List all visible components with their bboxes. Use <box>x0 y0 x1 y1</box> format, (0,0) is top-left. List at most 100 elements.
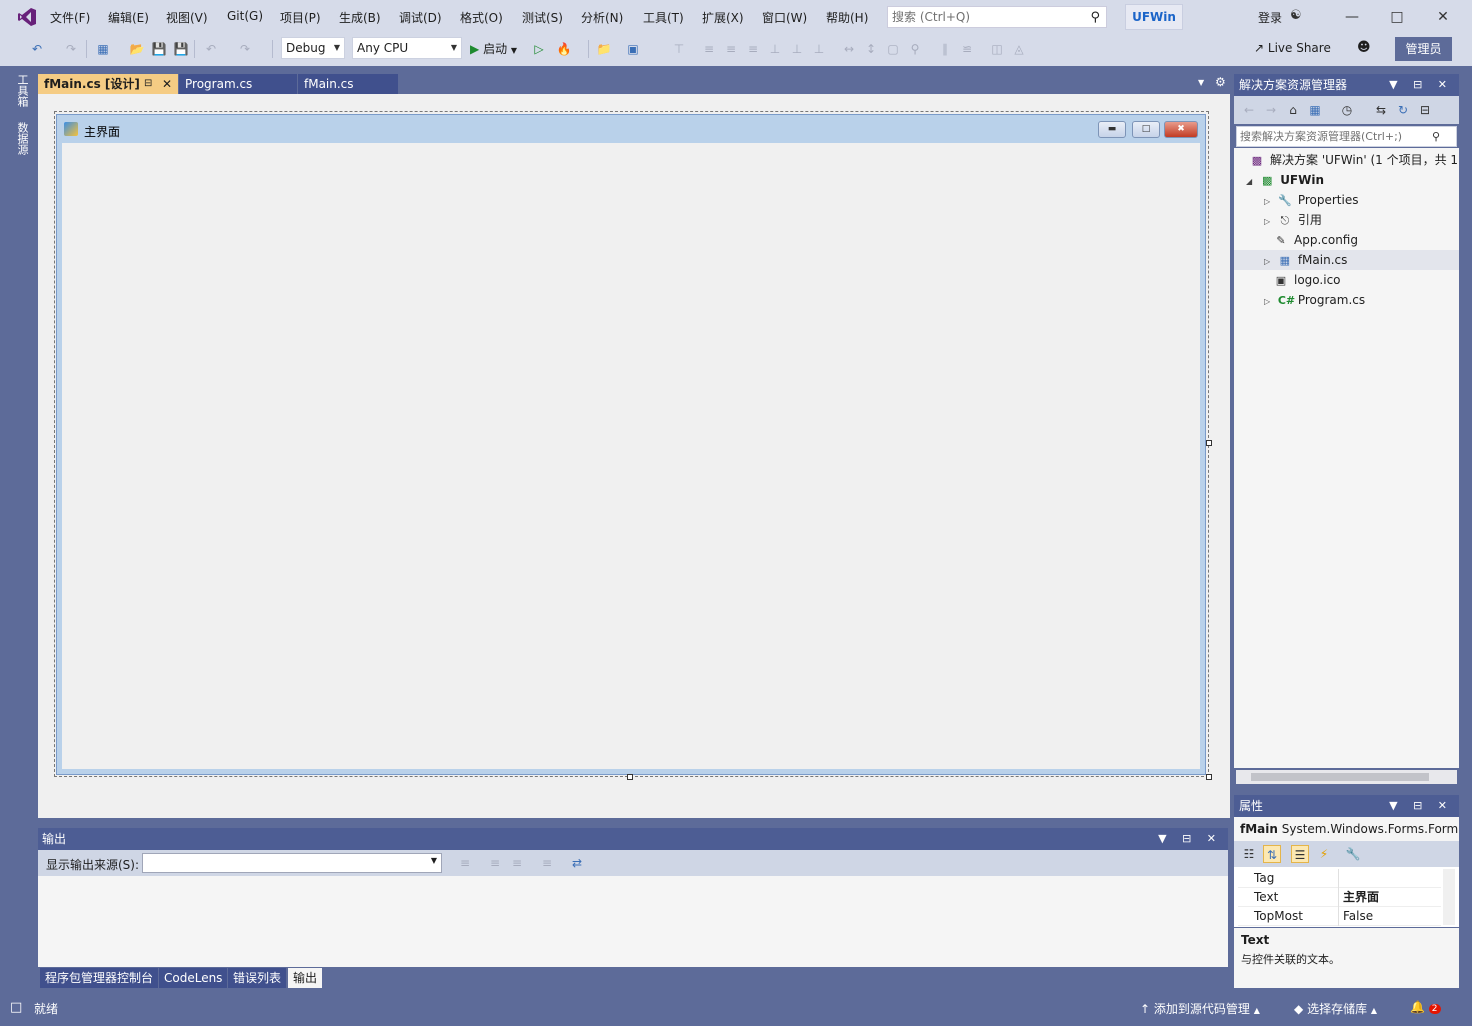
toolbox-tab[interactable]: 工具箱 <box>14 74 30 107</box>
collapsed-arrow-icon[interactable]: ▷ <box>1264 192 1274 210</box>
tree-item-program-cs[interactable]: ▷ C# Program.cs <box>1234 290 1459 310</box>
panel-window-controls[interactable]: ▼ ⊟ ✕ <box>1389 74 1453 96</box>
redo-icon[interactable]: ↷ <box>236 40 254 58</box>
collapse-all-icon[interactable]: ⊟ <box>1416 101 1434 119</box>
menu-extensions[interactable]: 扩展(X) <box>702 9 744 26</box>
maximize-icon[interactable]: □ <box>1385 6 1409 28</box>
sync-active-document-icon[interactable]: ⇆ <box>1372 101 1390 119</box>
solution-search-input[interactable]: 搜索解决方案资源管理器(Ctrl+;) ⚲ <box>1236 126 1457 147</box>
close-window-icon[interactable]: ✕ <box>1431 6 1455 28</box>
alphabetical-icon[interactable]: ⇅ <box>1263 845 1281 863</box>
collapsed-arrow-icon[interactable]: ▷ <box>1264 252 1274 270</box>
save-icon[interactable]: 💾 <box>150 40 168 58</box>
word-wrap-icon[interactable]: ⇄ <box>568 854 586 872</box>
solution-platform-select[interactable]: Any CPU ▼ <box>352 37 462 59</box>
tab-fmain-cs[interactable]: fMain.cs <box>298 74 398 94</box>
panel-window-controls[interactable]: ▼ ⊟ ✕ <box>1389 795 1453 817</box>
forward-icon[interactable]: → <box>1262 101 1280 119</box>
close-icon[interactable]: ✕ <box>162 74 172 94</box>
navigate-forward-icon[interactable]: ↷ <box>62 40 80 58</box>
global-search-input[interactable]: 搜索 (Ctrl+Q) ⚲ <box>887 6 1107 28</box>
output-source-select[interactable]: ▼ <box>142 853 442 873</box>
minimize-icon[interactable]: — <box>1340 6 1364 28</box>
menu-git[interactable]: Git(G) <box>227 9 263 23</box>
menu-test[interactable]: 测试(S) <box>522 9 563 26</box>
property-row-tag[interactable]: Tag <box>1238 869 1441 888</box>
tree-item-solution[interactable]: ▩ 解决方案 'UFWin' (1 个项目，共 1 <box>1234 150 1459 170</box>
panel-window-controls[interactable]: ▼ ⊟ ✕ <box>1158 828 1222 850</box>
resize-handle-corner[interactable] <box>1206 774 1212 780</box>
form-client-area[interactable] <box>62 143 1200 769</box>
resize-handle-right[interactable] <box>1206 440 1212 446</box>
home-icon[interactable]: ⌂ <box>1284 101 1302 119</box>
property-row-text[interactable]: Text 主界面 <box>1238 888 1441 907</box>
tree-item-project[interactable]: ◢ ▩ UFWin <box>1234 170 1459 190</box>
open-file-icon[interactable]: 📂 <box>128 40 146 58</box>
events-lightning-icon[interactable]: ⚡ <box>1315 845 1333 863</box>
navigate-back-icon[interactable]: ↶ <box>28 40 46 58</box>
property-pages-wrench-icon[interactable]: 🔧 <box>1344 845 1362 863</box>
tree-item-app-config[interactable]: ✎ App.config <box>1234 230 1459 250</box>
properties-object-selector[interactable]: fMain System.Windows.Forms.Form <box>1234 817 1459 841</box>
property-row-topmost[interactable]: TopMost False <box>1238 907 1441 926</box>
refresh-icon[interactable]: ↻ <box>1394 101 1412 119</box>
datasource-tab[interactable]: 数据源 <box>14 122 30 155</box>
tree-item-properties[interactable]: ▷ 🔧 Properties <box>1234 190 1459 210</box>
tab-codelens[interactable]: CodeLens <box>159 968 228 988</box>
new-project-icon[interactable]: ▦ <box>94 40 112 58</box>
start-without-debugging-icon[interactable]: ▷ <box>530 40 548 58</box>
menu-format[interactable]: 格式(O) <box>460 9 503 26</box>
menu-tools[interactable]: 工具(T) <box>643 9 684 26</box>
output-window-icon[interactable]: □ <box>10 1000 22 1015</box>
copilot-person-icon[interactable]: ☻ <box>1357 40 1371 55</box>
menu-project[interactable]: 项目(P) <box>280 9 321 26</box>
back-icon[interactable]: ← <box>1240 101 1258 119</box>
tab-output[interactable]: 输出 <box>288 968 323 988</box>
resize-handle-bottom[interactable] <box>627 774 633 780</box>
menu-edit[interactable]: 编辑(E) <box>108 9 149 26</box>
menu-help[interactable]: 帮助(H) <box>826 9 868 26</box>
select-repository-button[interactable]: ◆ 选择存储库 ▲ <box>1294 1000 1377 1017</box>
collapsed-arrow-icon[interactable]: ▷ <box>1264 292 1274 310</box>
solution-folder-icon[interactable]: 📁 <box>595 40 613 58</box>
property-value[interactable]: False <box>1343 907 1373 926</box>
menu-analyze[interactable]: 分析(N) <box>581 9 623 26</box>
tab-program-cs[interactable]: Program.cs <box>179 74 297 94</box>
properties-view-icon[interactable]: ☰ <box>1291 845 1309 863</box>
menu-file[interactable]: 文件(F) <box>50 9 90 26</box>
property-grid-scrollbar[interactable] <box>1443 869 1455 925</box>
sign-in-link[interactable]: 登录 <box>1258 9 1282 26</box>
tab-fmain-designer[interactable]: fMain.cs [设计] ⊟ ✕ <box>38 74 178 94</box>
save-all-icon[interactable]: 💾 <box>172 40 190 58</box>
menu-view[interactable]: 视图(V) <box>166 9 208 26</box>
collapsed-arrow-icon[interactable]: ▷ <box>1264 212 1274 230</box>
property-value[interactable]: 主界面 <box>1343 888 1379 907</box>
visual-studio-logo-icon[interactable] <box>16 6 38 28</box>
tab-list-chevron-icon[interactable]: ▼ <box>1198 78 1204 87</box>
menu-build[interactable]: 生成(B) <box>339 9 381 26</box>
hot-reload-icon[interactable]: 🔥 <box>555 40 573 58</box>
notifications-button[interactable]: 🔔 2 <box>1410 1000 1441 1014</box>
tab-order-icon[interactable]: ▣ <box>624 40 642 58</box>
pending-changes-filter-icon[interactable]: ◷ <box>1338 101 1356 119</box>
tree-item-fmain-cs[interactable]: ▷ ▦ fMain.cs <box>1234 250 1459 270</box>
gear-icon[interactable]: ⚙ <box>1215 75 1226 89</box>
tab-package-manager-console[interactable]: 程序包管理器控制台 <box>40 968 159 988</box>
undo-icon[interactable]: ↶ <box>202 40 220 58</box>
output-text-area[interactable] <box>38 876 1228 967</box>
scrollbar-thumb[interactable] <box>1251 773 1429 781</box>
solution-configuration-select[interactable]: Debug ▼ <box>281 37 345 59</box>
start-debugging-button[interactable]: ▶ 启动 ▼ <box>470 40 517 57</box>
add-to-source-control-button[interactable]: ↑ 添加到源代码管理 ▲ <box>1140 1000 1260 1017</box>
pin-icon[interactable]: ⊟ <box>144 74 152 94</box>
live-share-button[interactable]: ↗ Live Share <box>1254 41 1331 55</box>
tree-item-references[interactable]: ▷ ⎋ 引用 <box>1234 210 1459 230</box>
menu-debug[interactable]: 调试(D) <box>399 9 442 26</box>
tab-error-list[interactable]: 错误列表 <box>228 968 287 988</box>
menu-window[interactable]: 窗口(W) <box>762 9 807 26</box>
feedback-person-icon[interactable]: ☯ <box>1290 8 1302 23</box>
tree-item-logo-ico[interactable]: ▣ logo.ico <box>1234 270 1459 290</box>
categorized-icon[interactable]: ☷ <box>1240 845 1258 863</box>
switch-views-icon[interactable]: ▦ <box>1306 101 1324 119</box>
expanded-arrow-icon[interactable]: ◢ <box>1246 172 1256 190</box>
